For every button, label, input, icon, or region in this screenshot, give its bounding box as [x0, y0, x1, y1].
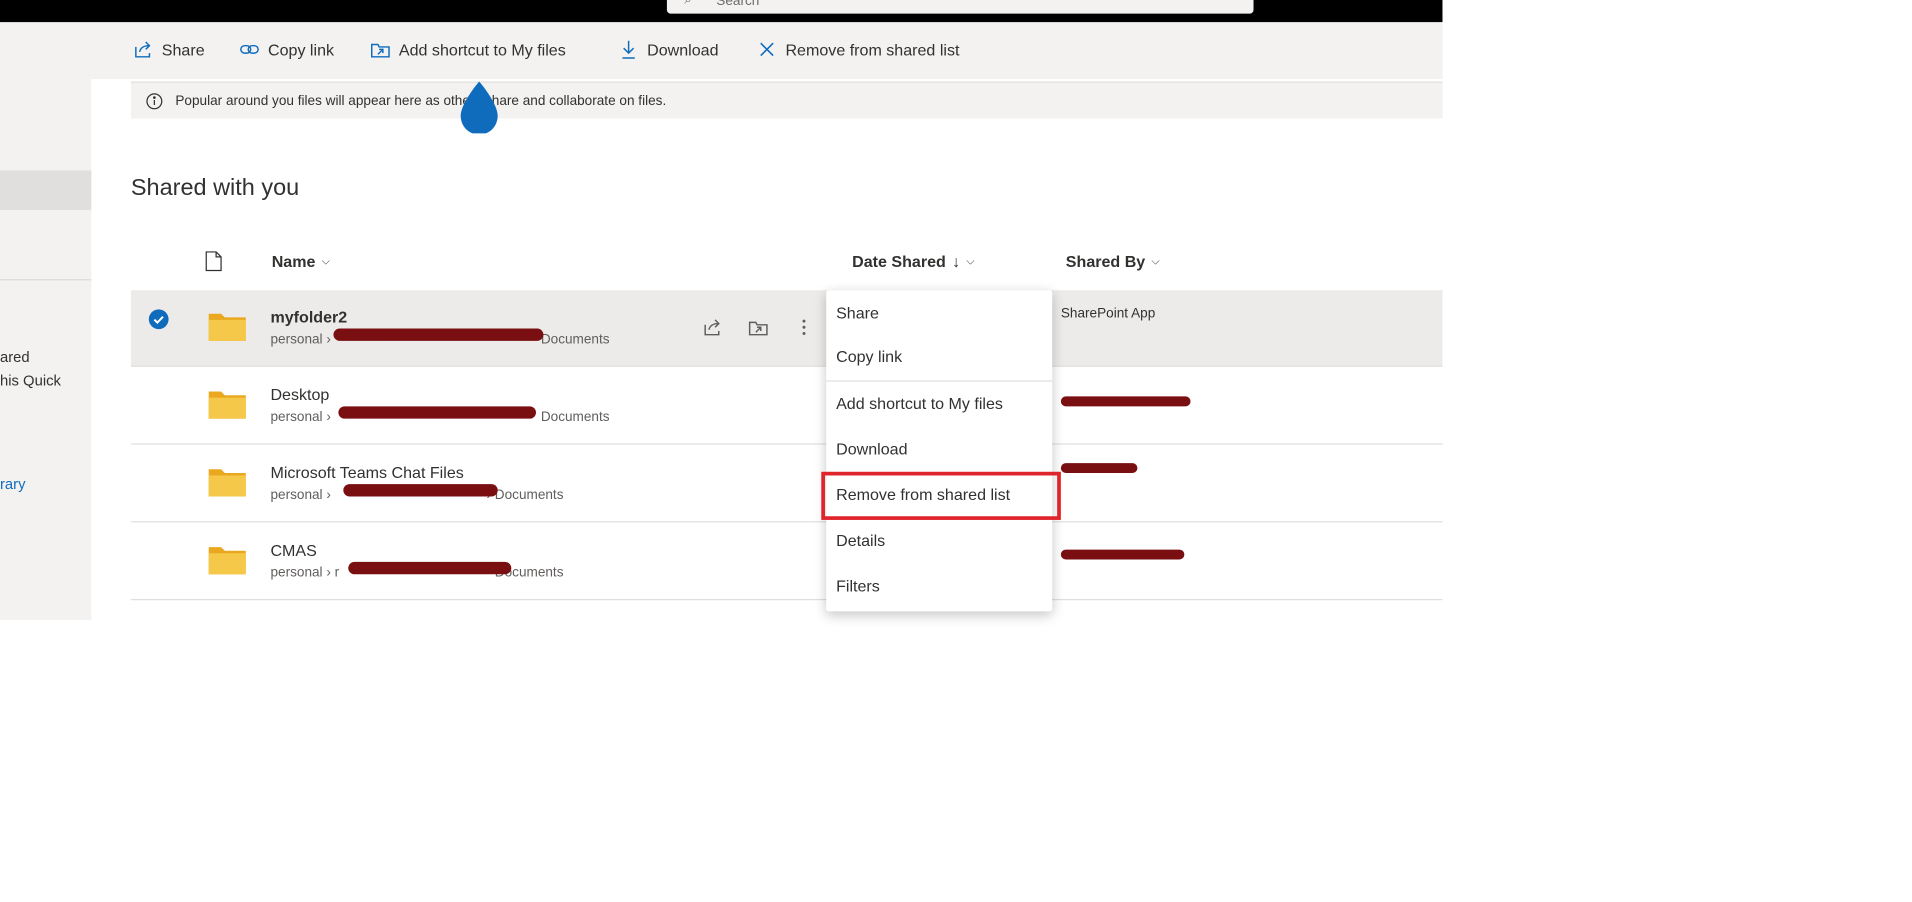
copy-link-button[interactable]: Copy link [240, 40, 334, 60]
file-name[interactable]: Microsoft Teams Chat Files [270, 463, 463, 482]
command-bar: Share Copy link Add shortcut to My files… [91, 22, 1443, 80]
search-icon: ⌕ [684, 0, 692, 8]
left-nav-selected-item[interactable] [0, 170, 92, 210]
redaction-mark [343, 484, 498, 497]
info-text: Popular around you files will appear her… [175, 93, 667, 109]
redaction-mark [348, 561, 512, 575]
file-name[interactable]: myfolder2 [270, 308, 347, 327]
chevron-down-icon: ⌵ [1151, 254, 1160, 267]
copy-link-label: Copy link [267, 40, 335, 59]
column-header-shared-by[interactable]: Shared By ⌵ [1066, 252, 1160, 271]
shortcut-icon [370, 43, 390, 58]
context-menu-details[interactable]: Details [826, 520, 1052, 562]
folder-icon [208, 547, 246, 575]
column-header-name[interactable]: Name ⌵ [272, 252, 330, 271]
remove-from-shared-label: Remove from shared list [785, 40, 960, 59]
info-banner: Popular around you files will appear her… [130, 81, 1443, 119]
add-shortcut-label: Add shortcut to My files [398, 40, 566, 59]
table-row[interactable]: Desktop personal › Documents [130, 368, 1443, 445]
page-title: Shared with you [130, 175, 300, 202]
context-menu-divider [826, 380, 1053, 382]
checkmark-circle-icon[interactable] [148, 309, 169, 330]
context-menu-add-shortcut[interactable]: Add shortcut to My files [826, 383, 1052, 425]
highlight-annotation-box [821, 471, 1061, 520]
drop-icon [460, 81, 498, 134]
redaction-mark [1060, 396, 1191, 407]
share-icon[interactable] [703, 317, 723, 337]
file-name[interactable]: Desktop [270, 385, 329, 404]
redaction-mark [338, 406, 536, 419]
add-shortcut-button[interactable]: Add shortcut to My files [370, 40, 566, 60]
table-row[interactable]: myfolder2 personal › Documents SharePoint… [130, 290, 1443, 367]
search-box[interactable]: ⌕ Search [666, 0, 1254, 14]
link-icon [240, 44, 259, 54]
search-placeholder: Search [716, 0, 760, 9]
chevron-down-icon: ⌵ [966, 254, 975, 267]
context-menu-filters[interactable]: Filters [826, 566, 1052, 608]
file-type-icon [205, 251, 222, 272]
context-menu-copy-link[interactable]: Copy link [826, 336, 1052, 378]
download-button[interactable]: Download [619, 40, 719, 60]
folder-icon [208, 391, 246, 419]
table-row[interactable]: CMAS personal › r Documents [130, 524, 1443, 601]
shortcut-icon[interactable] [748, 317, 768, 337]
left-nav-text-fragment: ared [0, 348, 30, 366]
sort-arrow-icon: ↓ [952, 251, 961, 271]
download-icon [622, 40, 635, 59]
top-bar: ⌕ Search [0, 0, 1443, 23]
folder-icon [208, 313, 246, 341]
info-icon [146, 93, 163, 110]
remove-from-shared-button[interactable]: Remove from shared list [757, 40, 959, 60]
redaction-mark [1060, 549, 1185, 560]
chevron-down-icon: ⌵ [321, 254, 331, 267]
folder-icon [208, 469, 246, 497]
left-nav-divider [0, 279, 92, 281]
download-label: Download [647, 40, 719, 59]
share-icon [135, 41, 151, 58]
context-menu-share[interactable]: Share [826, 293, 1052, 335]
context-menu-download[interactable]: Download [826, 429, 1052, 471]
column-header-date-shared[interactable]: Date Shared ↓ ⌵ [852, 252, 975, 271]
context-menu: Share Copy link Add shortcut to My files… [826, 290, 1053, 612]
redaction-mark [1060, 463, 1138, 474]
file-name[interactable]: CMAS [270, 541, 316, 560]
close-icon [760, 42, 774, 57]
share-label: Share [161, 40, 205, 59]
left-nav-text-fragment: his Quick [0, 371, 61, 390]
more-options-icon[interactable] [794, 317, 814, 337]
redaction-mark [333, 328, 544, 341]
table-row[interactable]: Microsoft Teams Chat Files personal › › D… [130, 446, 1443, 523]
shared-by: SharePoint App [1060, 306, 1156, 322]
left-nav-library-link[interactable]: rary [0, 475, 26, 492]
left-nav: ared his Quick rary [0, 22, 92, 620]
share-button[interactable]: Share [133, 40, 205, 60]
